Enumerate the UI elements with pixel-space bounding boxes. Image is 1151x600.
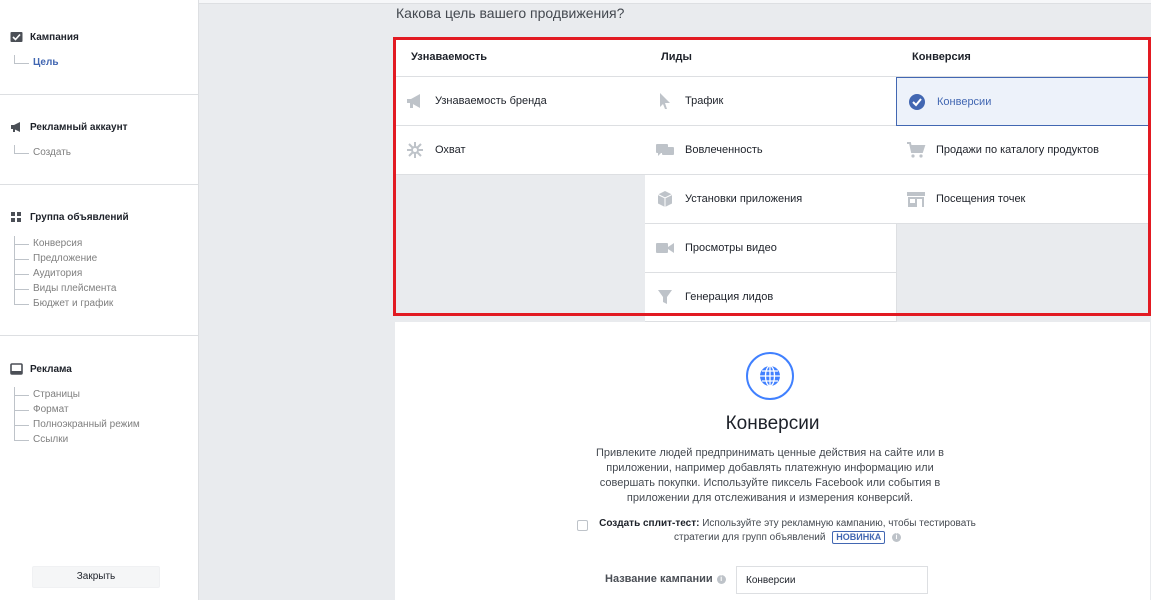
detail-title: Конверсии <box>725 413 820 434</box>
objective-label: Охват <box>435 144 466 156</box>
objective-label: Вовлеченность <box>685 144 763 156</box>
sidebar-item-conversion[interactable]: Конверсия <box>14 236 116 251</box>
objective-video-views[interactable]: Просмотры видео <box>645 224 897 273</box>
info-icon[interactable]: i <box>892 532 901 542</box>
sidebar-section-ad-set: Группа объявлений Конверсия Предложение … <box>0 185 199 336</box>
sidebar-item-ad-set[interactable]: Группа объявлений <box>10 211 129 223</box>
objective-label: Узнаваемость бренда <box>435 95 547 107</box>
objective-column-awareness: Узнаваемость Узнаваемость бренда Охват <box>395 38 647 175</box>
sidebar-item-label: Рекламный аккаунт <box>30 121 128 133</box>
globe-icon <box>746 352 794 400</box>
checkbox-icon <box>10 32 23 42</box>
sidebar-item-create[interactable]: Создать <box>14 145 71 160</box>
objective-label: Продажи по каталогу продуктов <box>936 144 1099 156</box>
check-circle-icon <box>907 92 927 112</box>
objective-label: Посещения точек <box>936 193 1026 205</box>
ad-tree: Страницы Формат Полноэкранный режим Ссыл… <box>14 387 140 447</box>
campaign-name-label-text: Название кампании <box>605 573 713 585</box>
sidebar-item-audience[interactable]: Аудитория <box>14 266 116 281</box>
detail-description: Привлеките людей предпринимать ценные де… <box>595 447 945 504</box>
sidebar-item-links[interactable]: Ссылки <box>14 432 140 447</box>
split-test-checkbox[interactable] <box>577 520 588 531</box>
sidebar-item-goal[interactable]: Цель <box>14 55 59 70</box>
store-icon <box>906 189 926 209</box>
objective-column-leads: Лиды Трафик Вовлеченность Установки прил… <box>645 38 897 322</box>
objective-label: Конверсии <box>937 95 992 108</box>
info-icon[interactable]: i <box>716 574 726 584</box>
objective-label: Установки приложения <box>685 193 803 205</box>
shopping-cart-icon <box>906 140 926 160</box>
sidebar-item-ad[interactable]: Реклама <box>10 363 72 375</box>
sidebar-item-pages[interactable]: Страницы <box>14 387 140 402</box>
column-header: Конверсия <box>896 38 1149 77</box>
sidebar-item-label: Реклама <box>30 363 72 375</box>
split-test-description: Используйте эту рекламную кампанию, чтоб… <box>673 518 976 543</box>
sidebar-item-campaign[interactable]: Кампания <box>10 31 79 43</box>
objective-label: Генерация лидов <box>685 291 774 303</box>
ad-set-tree: Конверсия Предложение Аудитория Виды пле… <box>14 236 116 311</box>
sidebar-section-ad-account: Рекламный аккаунт Создать <box>0 95 199 185</box>
objective-reach[interactable]: Охват <box>395 126 647 175</box>
sidebar-item-budget[interactable]: Бюджет и график <box>14 296 116 311</box>
objective-column-conversion: Конверсия Конверсии Продажи по каталогу … <box>896 38 1149 224</box>
new-badge: НОВИНКА <box>832 531 886 544</box>
ad-account-tree: Создать <box>14 145 71 160</box>
box-icon <box>655 189 675 209</box>
sidebar-item-label: Кампания <box>30 31 79 43</box>
megaphone-icon <box>11 122 20 132</box>
objective-lead-generation[interactable]: Генерация лидов <box>645 273 897 322</box>
grid-icon <box>11 212 21 222</box>
objective-traffic[interactable]: Трафик <box>645 77 897 126</box>
campaign-name-input[interactable] <box>736 566 928 594</box>
split-test-text: Создать сплит-тест: Используйте эту рекл… <box>598 517 977 545</box>
column-header: Узнаваемость <box>395 38 647 77</box>
sidebar-item-offer[interactable]: Предложение <box>14 251 116 266</box>
monitor-icon <box>10 363 23 375</box>
objective-store-visits[interactable]: Посещения точек <box>896 175 1149 224</box>
top-bar <box>199 0 1151 4</box>
objective-conversions[interactable]: Конверсии <box>896 77 1149 126</box>
close-button[interactable]: Закрыть <box>32 566 160 588</box>
objective-grid: Узнаваемость Узнаваемость бренда Охват Л… <box>395 38 1150 324</box>
sidebar-item-ad-account[interactable]: Рекламный аккаунт <box>10 121 128 133</box>
column-header: Лиды <box>645 38 897 77</box>
sidebar-section-ad: Реклама Страницы Формат Полноэкранный ре… <box>0 336 199 467</box>
cursor-icon <box>655 91 675 111</box>
split-test-label: Создать сплит-тест: <box>599 518 700 529</box>
objective-label: Просмотры видео <box>685 242 777 254</box>
objective-app-installs[interactable]: Установки приложения <box>645 175 897 224</box>
funnel-icon <box>655 287 675 307</box>
sidebar: Кампания Цель Рекламный аккаунт Создать … <box>0 0 199 600</box>
split-test-row: Создать сплит-тест: Используйте эту рекл… <box>577 517 977 545</box>
campaign-name-label: Название кампании i <box>605 573 726 585</box>
objective-engagement[interactable]: Вовлеченность <box>645 126 897 175</box>
megaphone-icon <box>405 91 425 111</box>
objective-question: Какова цель вашего продвижения? <box>396 5 625 21</box>
sidebar-item-placements[interactable]: Виды плейсмента <box>14 281 116 296</box>
sidebar-item-format[interactable]: Формат <box>14 402 140 417</box>
video-camera-icon <box>655 238 675 258</box>
reach-icon <box>405 140 425 160</box>
objective-brand-awareness[interactable]: Узнаваемость бренда <box>395 77 647 126</box>
sidebar-item-label: Группа объявлений <box>30 211 129 223</box>
sidebar-item-fullscreen[interactable]: Полноэкранный режим <box>14 417 140 432</box>
objective-label: Трафик <box>685 95 724 107</box>
chat-bubbles-icon <box>655 140 675 160</box>
campaign-tree: Цель <box>14 55 59 70</box>
sidebar-section-campaign: Кампания Цель <box>0 0 199 95</box>
objective-catalog-sales[interactable]: Продажи по каталогу продуктов <box>896 126 1149 175</box>
